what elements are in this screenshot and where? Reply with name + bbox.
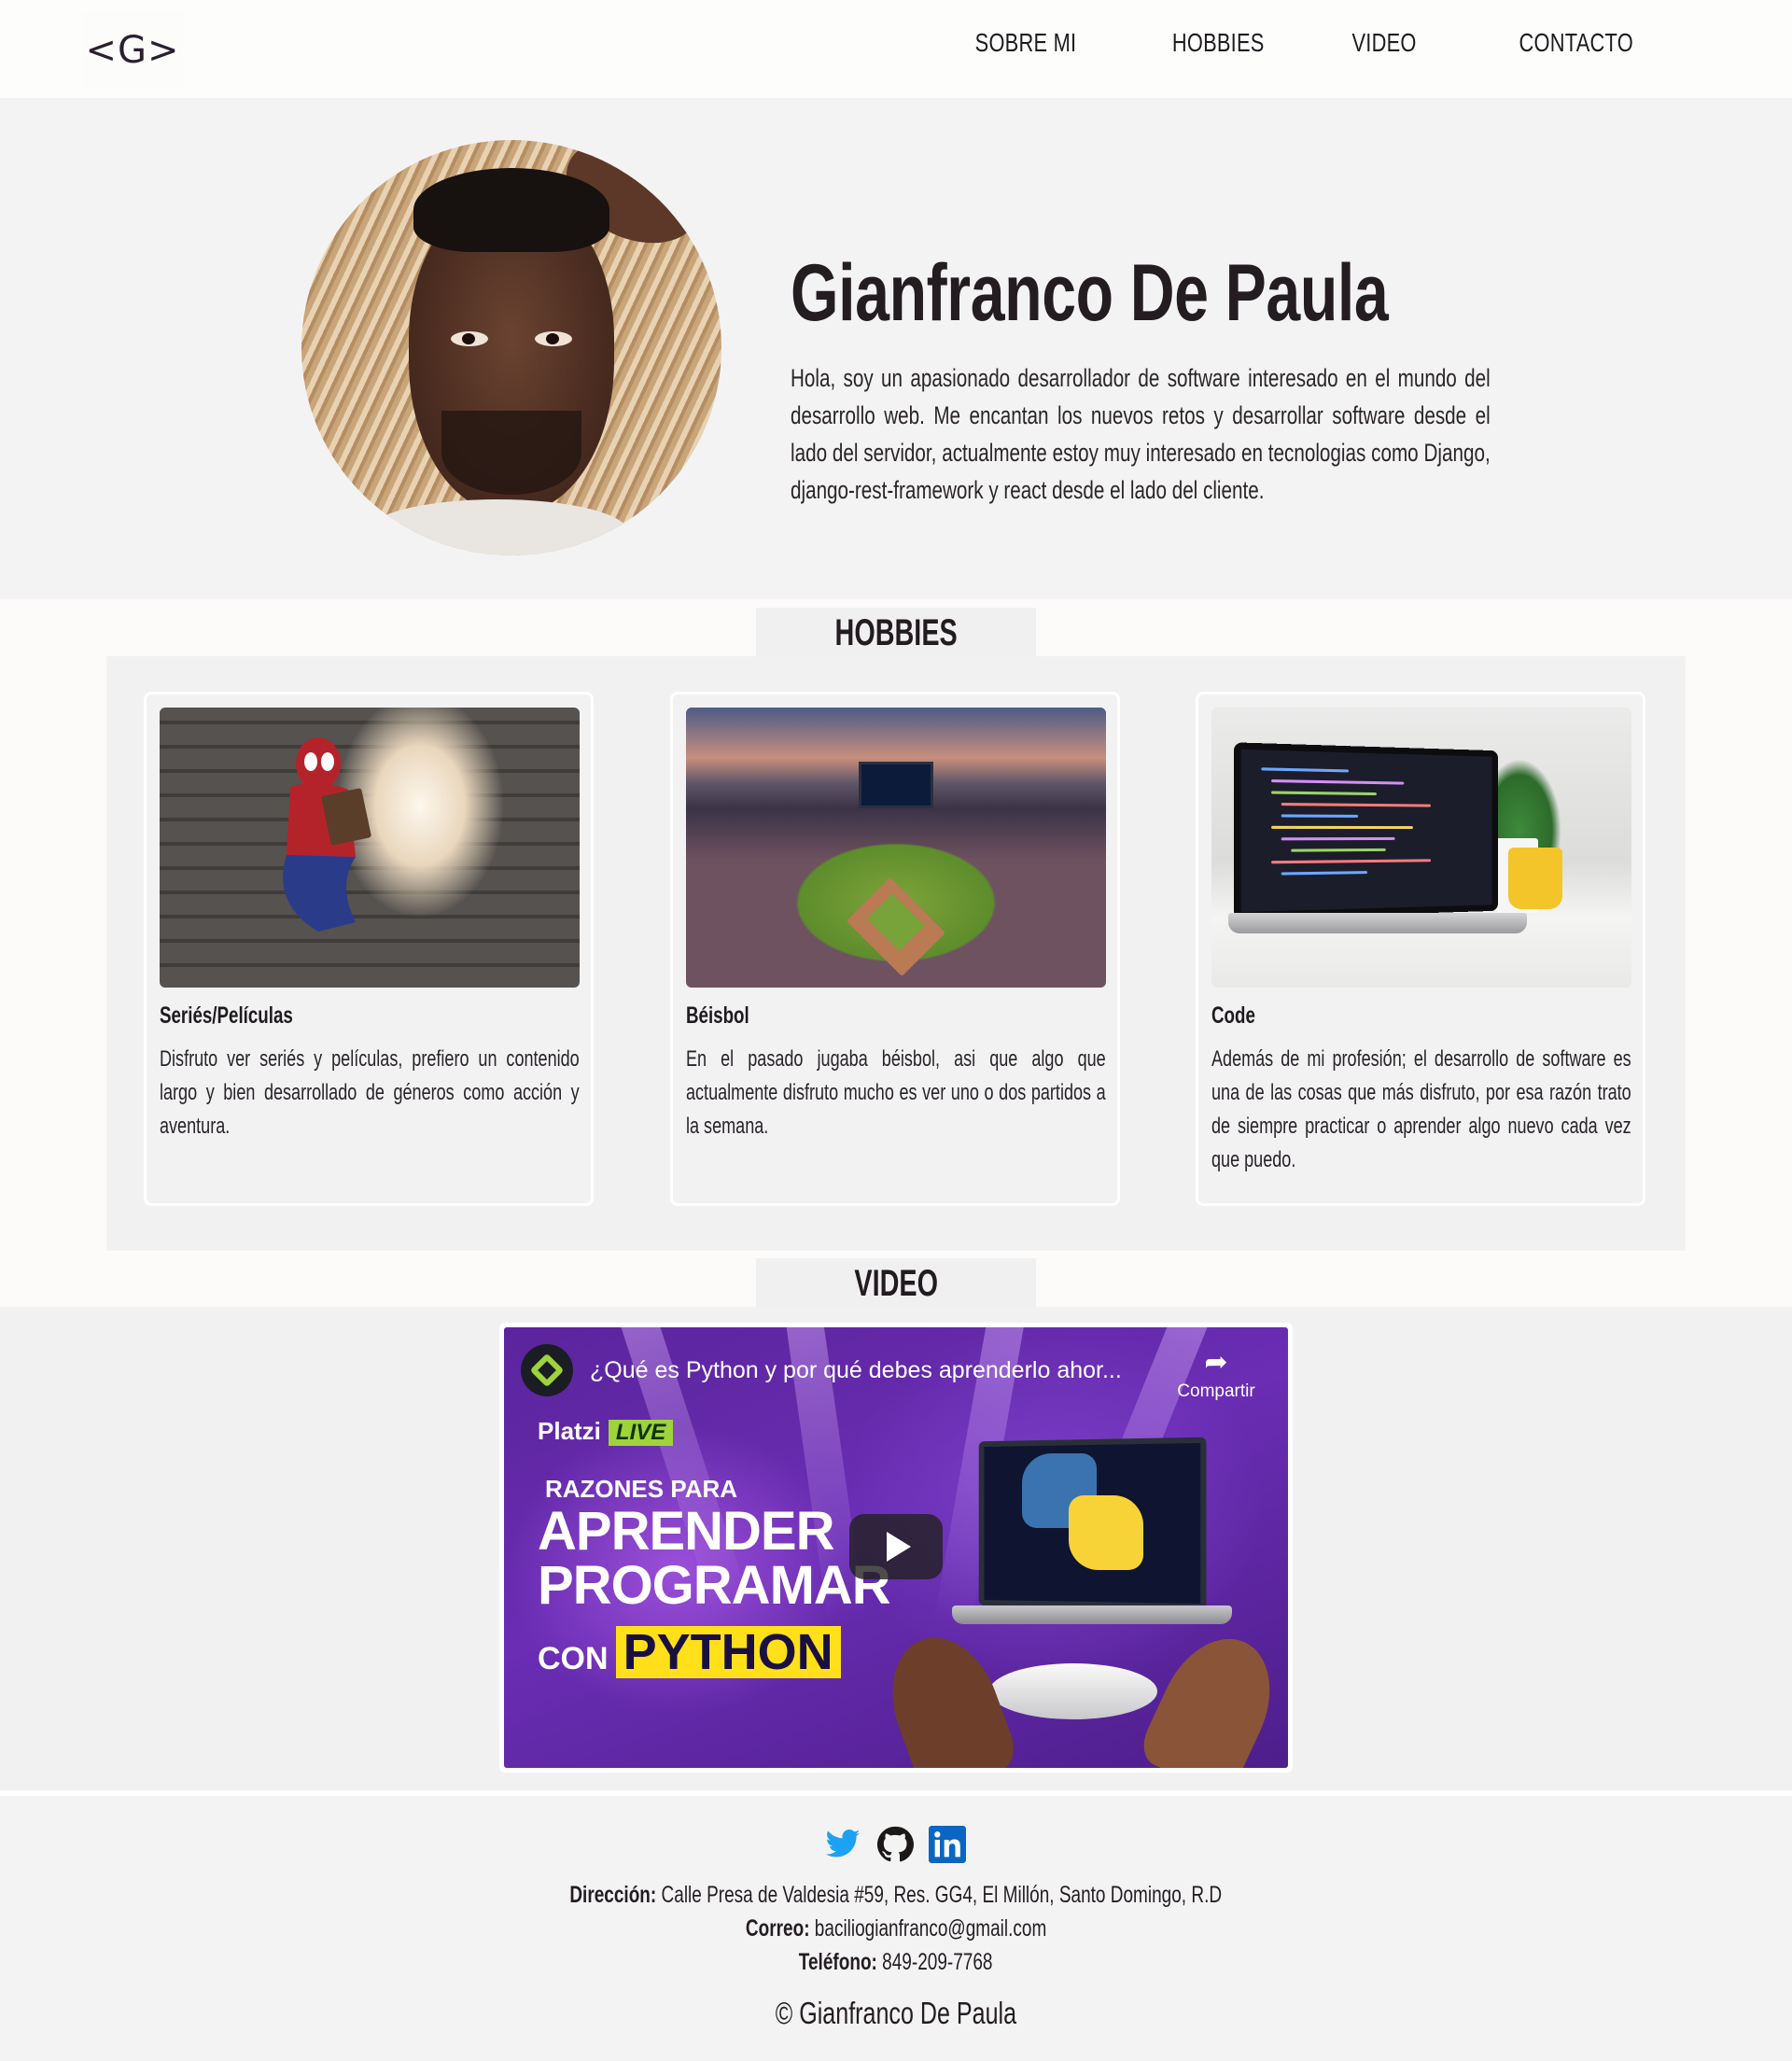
nav-links: SOBRE MI HOBBIES VIDEO CONTACTO xyxy=(876,28,1633,58)
video-heading-text: VIDEO xyxy=(854,1263,938,1304)
video-title[interactable]: ¿Qué es Python y por qué debes aprenderl… xyxy=(590,1357,1122,1384)
contact-email: Correo: baciliogianfranco@gmail.com xyxy=(745,1915,1047,1942)
linkedin-icon[interactable] xyxy=(929,1826,966,1863)
hobby-card-beisbol: Béisbol En el pasado jugaba béisbol, asi… xyxy=(670,692,1120,1206)
play-icon xyxy=(887,1532,911,1562)
contact-footer: Dirección: Calle Presa de Valdesia #59, … xyxy=(0,1796,1792,2061)
hobbies-heading-text: HOBBIES xyxy=(834,612,958,653)
nav-link-contacto[interactable]: CONTACTO xyxy=(1519,28,1633,58)
hobby-text-beisbol: En el pasado jugaba béisbol, asi que alg… xyxy=(686,1046,1106,1139)
contact-phone: Teléfono: 849-209-7768 xyxy=(799,1949,993,1975)
social-links xyxy=(824,1826,966,1863)
hobby-image-beisbol xyxy=(686,708,1106,988)
hobby-image-series xyxy=(160,708,580,988)
nav-link-sobre-mi[interactable]: SOBRE MI xyxy=(974,28,1076,58)
hobby-card-series: Seriés/Películas Disfruto ver seriés y p… xyxy=(144,692,594,1206)
profile-photo xyxy=(301,140,721,555)
video-player[interactable]: ¿Qué es Python y por qué debes aprenderl… xyxy=(504,1327,1288,1768)
twitter-icon[interactable] xyxy=(824,1826,861,1863)
thumb-reasons: RAZONES PARA xyxy=(545,1475,738,1503)
thumb-line-programar: PROGRAMAR xyxy=(538,1555,891,1616)
thumb-line-aprender: APRENDER xyxy=(538,1501,834,1562)
profile-name: Gianfranco De Paula xyxy=(791,248,1389,338)
share-arrow-icon: ➦ xyxy=(1204,1347,1228,1378)
hobby-title-beisbol: Béisbol xyxy=(686,1002,749,1029)
hobby-text-code: Además de mi profesión; el desarrollo de… xyxy=(1211,1046,1631,1172)
nav-link-hobbies[interactable]: HOBBIES xyxy=(1172,28,1265,58)
nav-link-video[interactable]: VIDEO xyxy=(1352,28,1417,58)
channel-logo-icon[interactable] xyxy=(521,1344,573,1396)
hobby-title-series: Seriés/Películas xyxy=(160,1002,293,1029)
video-heading: VIDEO xyxy=(756,1258,1036,1310)
hobby-title-code: Code xyxy=(1211,1002,1255,1029)
hobby-text-series: Disfruto ver seriés y películas, prefier… xyxy=(160,1046,580,1139)
top-navbar: <G> SOBRE MI HOBBIES VIDEO CONTACTO xyxy=(0,0,1792,98)
email-link[interactable]: baciliogianfranco@gmail.com xyxy=(815,1915,1046,1942)
hobbies-heading: HOBBIES xyxy=(756,608,1036,659)
hobbies-section: Seriés/Películas Disfruto ver seriés y p… xyxy=(106,656,1686,1251)
site-logo[interactable]: <G> xyxy=(82,13,183,88)
share-label: Compartir xyxy=(1177,1381,1255,1401)
hobby-card-code: Code Además de mi profesión; el desarrol… xyxy=(1196,692,1645,1206)
hobby-image-code xyxy=(1211,708,1631,988)
thumb-brand: Platzi LIVE xyxy=(538,1417,674,1446)
thumb-live-badge: LIVE xyxy=(608,1420,674,1446)
github-icon[interactable] xyxy=(876,1826,914,1863)
video-embed-frame: ¿Qué es Python y por qué debes aprenderl… xyxy=(499,1323,1293,1773)
thumb-con-python: CON PYTHON xyxy=(538,1626,841,1678)
profile-intro: Hola, soy un apasionado desarrollador de… xyxy=(791,364,1491,504)
contact-address: Dirección: Calle Presa de Valdesia #59, … xyxy=(569,1882,1223,1908)
about-section: Gianfranco De Paula Hola, soy un apasion… xyxy=(0,98,1792,599)
play-button[interactable] xyxy=(849,1514,943,1579)
copyright-text: © Gianfranco De Paula xyxy=(775,1996,1017,2030)
share-button[interactable]: ➦ Compartir xyxy=(1174,1344,1258,1402)
